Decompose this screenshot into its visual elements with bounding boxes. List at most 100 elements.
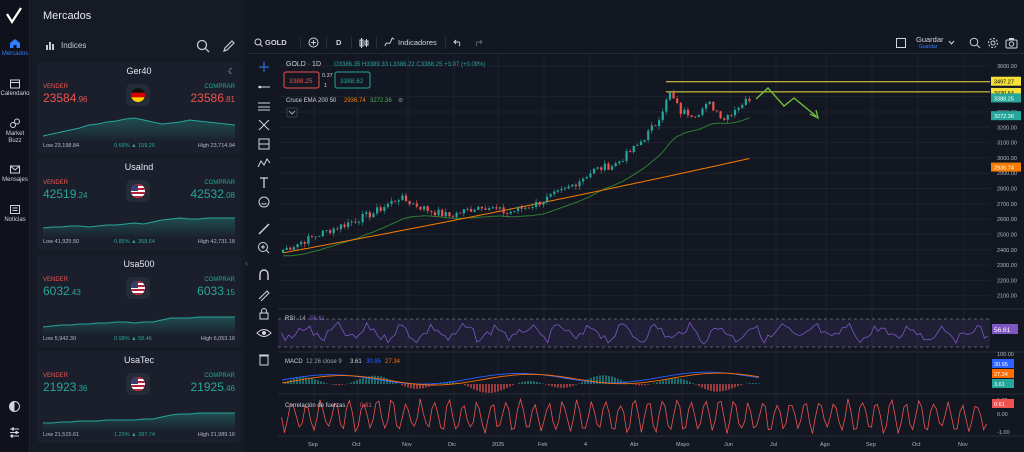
candle-body — [585, 177, 588, 179]
rail-label: Market Buzz — [5, 131, 25, 144]
interval-button[interactable]: D — [336, 38, 341, 47]
fib-icon[interactable] — [255, 137, 273, 151]
indicators-button[interactable]: Indicadores — [398, 38, 437, 47]
draw-lock-icon[interactable] — [255, 287, 273, 301]
trash-icon[interactable] — [255, 352, 273, 366]
candle-body — [339, 224, 343, 230]
save-button[interactable]: Guardar — [916, 35, 944, 44]
rail-item-mensajes[interactable]: Mensajes — [0, 164, 30, 184]
price-tag-value: 3497.27 — [994, 80, 1014, 86]
time-tick: Jun — [724, 442, 733, 448]
panel-collapse-handle[interactable]: ‹ — [245, 258, 253, 278]
trend-line-icon[interactable] — [255, 80, 273, 94]
macd-histogram — [284, 375, 760, 393]
text-tool-icon[interactable] — [255, 176, 273, 190]
rsi-params: 14 — [299, 316, 306, 322]
candle-body — [668, 92, 672, 100]
emoji-icon[interactable] — [255, 195, 273, 209]
buy-price-button[interactable]: 6033.15 — [197, 284, 235, 298]
pitchfork-icon[interactable] — [255, 118, 273, 132]
redo-icon[interactable] — [473, 38, 483, 47]
buy-label: COMPRAR — [204, 180, 235, 186]
undo-icon[interactable] — [453, 38, 463, 47]
sell-label: VENDER — [43, 180, 69, 186]
market-card[interactable]: Usa500 VENDER COMPRAR 6032.43 6033.15 Low 5,9… — [37, 255, 241, 347]
low-value: Low 41,925.50 — [43, 239, 80, 245]
magnet-icon[interactable] — [255, 268, 273, 282]
sell-price-button[interactable]: 42519.24 — [43, 187, 88, 201]
settings-sliders-icon[interactable] — [8, 426, 21, 439]
market-card[interactable]: Ger40 ☾ VENDER COMPRAR 23584.96 23586.81 Low 2… — [37, 62, 241, 154]
candle-body — [600, 167, 603, 170]
candles-type-icon[interactable] — [358, 37, 370, 49]
edit-icon[interactable] — [222, 39, 236, 53]
lock-icon[interactable] — [255, 307, 273, 321]
quick-search-icon[interactable] — [969, 37, 981, 49]
sell-price-main: 42519 — [43, 187, 77, 201]
buy-label: COMPRAR — [204, 373, 235, 379]
candle-body — [368, 212, 371, 218]
candle-body — [639, 141, 643, 145]
price-tick: 3600.00 — [997, 64, 1017, 70]
price-chart[interactable]: GOLD · 1D O3386.35 H3389.33 L3386.22 C33… — [278, 54, 1024, 452]
legend-collapse-button[interactable] — [286, 107, 298, 118]
indicators-icon[interactable] — [384, 37, 395, 48]
buy-price-button[interactable]: 23586.81 — [191, 91, 236, 105]
de-flag-icon — [131, 88, 145, 102]
panel-title: Mercados — [43, 10, 92, 22]
chart-grid — [278, 54, 990, 436]
macd-v3: 27.34 — [385, 359, 401, 365]
search-icon[interactable] — [196, 39, 210, 53]
rail-item-calendario[interactable]: Calendario — [0, 78, 30, 98]
crosshair-icon[interactable] — [255, 60, 273, 74]
market-card[interactable]: UsaInd VENDER COMPRAR 42519.24 42532.08 Low 4… — [37, 158, 241, 250]
toolbar-divider — [326, 37, 327, 49]
candle-body — [318, 236, 321, 237]
ruler-icon[interactable] — [255, 222, 273, 236]
market-card[interactable]: UsaTec VENDER COMPRAR 21923.36 21925.46 Low 2… — [37, 351, 241, 443]
eye-icon[interactable] — [255, 326, 273, 340]
buy-price-button[interactable]: 42532.08 — [191, 187, 236, 201]
zoom-in-icon[interactable] — [255, 241, 273, 255]
add-compare-icon[interactable] — [308, 37, 319, 48]
candle-body — [719, 111, 722, 119]
rail-item-mercados[interactable]: Mercados — [0, 38, 30, 58]
candlesticks — [282, 89, 751, 253]
chart-toolbar: GOLD D Indicadores Guardar Guardar — [248, 32, 1024, 54]
gear-icon[interactable] — [987, 37, 999, 49]
sell-price-main: 6032 — [43, 284, 70, 298]
candle-body — [506, 213, 509, 215]
rail-item-market-buzz[interactable]: Market Buzz — [0, 118, 30, 145]
candle-body — [625, 151, 628, 162]
candle-body — [390, 200, 393, 204]
candle-body — [712, 101, 715, 111]
candle-body — [654, 125, 657, 127]
candle-body — [643, 139, 646, 142]
camera-icon[interactable] — [1005, 37, 1018, 49]
buy-price-button[interactable]: 21925.46 — [191, 380, 236, 394]
legend-title: GOLD · 1D — [286, 61, 321, 68]
us-flag-icon — [131, 281, 145, 295]
change-value: 1.23% ▲ 287.74 — [114, 432, 155, 438]
sell-price-button[interactable]: 6032.43 — [43, 284, 81, 298]
price-tag-value: 3388.25 — [994, 96, 1014, 102]
symbol-search-icon[interactable] — [254, 38, 263, 47]
sell-price-button[interactable]: 23584.96 — [43, 91, 88, 105]
candle-body — [694, 116, 697, 118]
pattern-icon[interactable] — [255, 156, 273, 170]
candle-body — [495, 207, 498, 209]
sell-price-button[interactable]: 21923.36 — [43, 380, 88, 394]
rail-item-noticias[interactable]: Noticias — [0, 204, 30, 224]
time-tick: Sep — [308, 442, 318, 448]
candle-body — [553, 191, 556, 195]
toolbar-divider — [445, 37, 446, 49]
time-axis[interactable]: Sep Oct Nov Dic 2025 Feb 4 Abr Mayo Jun Jul Ago Sep O… — [308, 442, 968, 448]
chevron-down-icon[interactable] — [948, 40, 955, 45]
list-label[interactable]: Indices — [61, 41, 86, 50]
theme-toggle-icon[interactable] — [8, 400, 21, 413]
layout-icon[interactable] — [896, 38, 906, 48]
price-tick: 2100.00 — [997, 294, 1017, 300]
ema-hide-icon[interactable]: ⊘ — [398, 98, 403, 104]
symbol-button[interactable]: GOLD — [265, 38, 287, 47]
horizontal-lines-icon[interactable] — [255, 99, 273, 113]
